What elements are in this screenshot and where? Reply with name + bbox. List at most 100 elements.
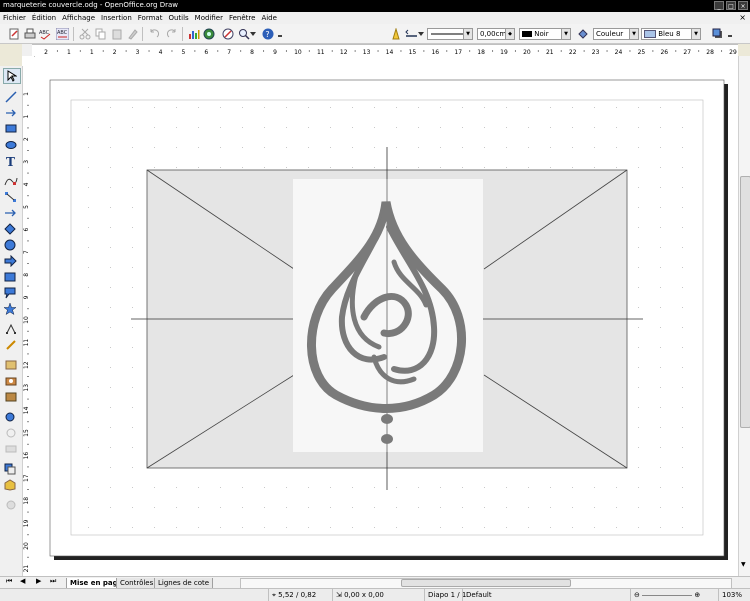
basic-shapes-tool-icon[interactable] xyxy=(3,222,19,236)
menu-modifier[interactable]: Modifier xyxy=(192,12,226,24)
area-style-dropdown-icon[interactable]: ▼ xyxy=(629,29,638,39)
draw-functions-icon[interactable] xyxy=(220,26,235,41)
menu-fenetre[interactable]: Fenêtre xyxy=(226,12,258,24)
menu-outils[interactable]: Outils xyxy=(165,12,191,24)
rotate-tool-icon[interactable] xyxy=(3,426,19,440)
toolbar2-overflow-icon[interactable] xyxy=(726,26,734,41)
from-file-tool-icon[interactable] xyxy=(3,374,19,388)
cut-icon[interactable] xyxy=(77,26,92,41)
drawing-canvas[interactable] xyxy=(34,57,738,576)
area-color-select[interactable]: Bleu 8 ▼ xyxy=(641,28,701,40)
svg-text:?: ? xyxy=(265,30,269,39)
clone-format-icon[interactable] xyxy=(125,26,140,41)
menu-aide[interactable]: Aide xyxy=(258,12,279,24)
menu-format[interactable]: Format xyxy=(135,12,166,24)
line-arrow-dropdown-icon[interactable] xyxy=(417,26,425,41)
line-width-spinner-icon[interactable]: ◆ xyxy=(505,29,514,39)
paste-icon[interactable] xyxy=(109,26,124,41)
ellipse-tool-icon[interactable] xyxy=(3,138,19,152)
status-size: ⇲ 0,00 x 0,00 xyxy=(332,589,384,601)
line-color-select[interactable]: Noir ▼ xyxy=(519,28,571,40)
ruler-tick-label: 23 xyxy=(592,49,600,56)
alignment-tool-icon[interactable] xyxy=(3,442,19,456)
curve-tool-icon[interactable] xyxy=(3,174,19,188)
flowchart-tool-icon[interactable] xyxy=(3,270,19,284)
edit-file-icon[interactable] xyxy=(6,26,21,41)
ruler-tick-label: 16 xyxy=(23,452,30,460)
line-width-field[interactable]: 0,00cm ◆ xyxy=(477,28,515,40)
block-arrows-tool-icon[interactable] xyxy=(3,254,19,268)
menu-edition[interactable]: Édition xyxy=(29,12,59,24)
area-style-select[interactable]: Couleur ▼ xyxy=(593,28,639,40)
menu-insertion[interactable]: Insertion xyxy=(98,12,135,24)
fontwork-tool-icon[interactable] xyxy=(3,358,19,372)
toggle-extrusion-icon[interactable] xyxy=(3,498,19,512)
svg-text:ABC: ABC xyxy=(57,30,68,36)
zoom-out-icon[interactable]: ⊖ xyxy=(634,591,640,599)
menu-affichage[interactable]: Affichage xyxy=(59,12,98,24)
ruler-tick-label: 14 xyxy=(23,406,30,414)
undo-icon[interactable] xyxy=(146,26,161,41)
rectangle-tool-icon[interactable] xyxy=(3,122,19,136)
connector-tool-icon[interactable] xyxy=(3,190,19,204)
help-icon[interactable]: ? xyxy=(260,26,275,41)
ruler-tick-label: 19 xyxy=(23,519,30,527)
vertical-scrollbar[interactable]: ▼ xyxy=(738,56,750,576)
ruler-tick-label: 4 xyxy=(23,182,30,186)
chart-icon[interactable] xyxy=(186,26,201,41)
arrange-tool-icon[interactable] xyxy=(3,462,19,476)
copy-icon[interactable] xyxy=(93,26,108,41)
status-zoom[interactable]: 103% xyxy=(718,589,742,601)
ruler-tick-label: 13 xyxy=(23,384,30,392)
ruler-tick-label: 11 xyxy=(23,339,30,347)
glue-points-tool-icon[interactable] xyxy=(3,338,19,352)
minimize-button[interactable]: _ xyxy=(714,1,724,10)
select-tool-icon[interactable] xyxy=(3,68,21,84)
zoom-dropdown-icon[interactable] xyxy=(249,26,257,41)
zoom-slider[interactable]: ⊖ ⊕ xyxy=(630,589,714,601)
spellcheck-icon[interactable]: ABC xyxy=(38,26,53,41)
zoom-in-icon[interactable]: ⊕ xyxy=(694,591,700,599)
line-style-dropdown-icon[interactable]: ▼ xyxy=(463,29,472,39)
ruler-tick-label: 26 xyxy=(660,49,668,56)
horizontal-scroll-thumb[interactable] xyxy=(401,579,571,587)
maximize-button[interactable]: □ xyxy=(726,1,736,10)
tab-last-icon[interactable]: ⏭ xyxy=(50,577,56,586)
area-icon[interactable] xyxy=(575,26,590,41)
ruler-tick-label: 7 xyxy=(23,250,30,254)
arrow-line-tool-icon[interactable] xyxy=(3,106,19,120)
line-style-icon[interactable] xyxy=(388,26,403,41)
print-icon[interactable] xyxy=(22,26,37,41)
gallery-tool-icon[interactable] xyxy=(3,390,19,404)
ruler-tick-label: 9 xyxy=(23,295,30,299)
toolbar-overflow-icon[interactable] xyxy=(276,26,284,41)
points-tool-icon[interactable] xyxy=(3,322,19,336)
area-color-dropdown-icon[interactable]: ▼ xyxy=(691,29,700,39)
menu-fichier[interactable]: Fichier xyxy=(0,12,29,24)
3d-objects-tool-icon[interactable] xyxy=(3,478,19,492)
autospell-icon[interactable]: ABC xyxy=(55,26,70,41)
ruler-tick-label: 12 xyxy=(340,49,348,56)
line-tool-icon[interactable] xyxy=(3,90,19,104)
scroll-down-icon[interactable]: ▼ xyxy=(741,561,746,568)
tab-first-icon[interactable]: ⏮ xyxy=(6,577,12,586)
text-tool-icon[interactable]: T xyxy=(3,154,19,168)
tab-next-icon[interactable]: ▶ xyxy=(36,577,41,585)
symbol-shapes-tool-icon[interactable] xyxy=(3,238,19,252)
ruler-tick-label: 7 xyxy=(227,49,231,56)
redo-icon[interactable] xyxy=(164,26,179,41)
line-color-dropdown-icon[interactable]: ▼ xyxy=(561,29,570,39)
tab-prev-icon[interactable]: ◀ xyxy=(20,577,25,585)
stars-tool-icon[interactable] xyxy=(3,302,19,316)
extrusion-tool-icon[interactable] xyxy=(3,410,19,424)
line-style-select[interactable]: ▼ xyxy=(427,28,473,40)
callouts-tool-icon[interactable] xyxy=(3,286,19,300)
close-button[interactable]: × xyxy=(738,1,748,10)
lines-arrows-tool-icon[interactable] xyxy=(3,206,19,220)
horizontal-ruler[interactable]: 2 1 1 2 3 4 5 6 7 8 9 10 11 12 13 14 15 16 17 18 19 20 21 22 23 2… xyxy=(32,44,738,58)
vertical-scroll-thumb[interactable] xyxy=(740,176,750,428)
line-width-value: 0,00cm xyxy=(480,30,507,38)
navigator-icon[interactable] xyxy=(201,26,216,41)
close-document-icon[interactable]: × xyxy=(739,12,746,24)
shadow-icon[interactable] xyxy=(710,26,725,41)
